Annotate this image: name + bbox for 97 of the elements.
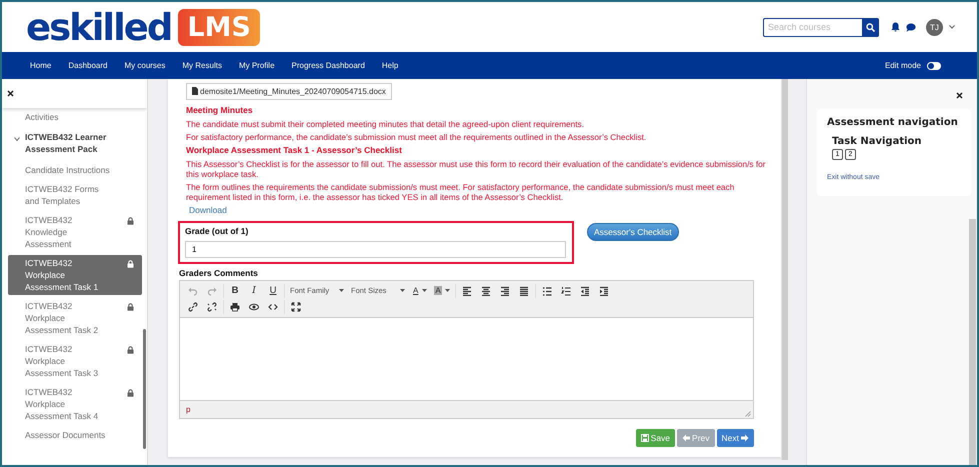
bullets-icon — [542, 286, 552, 296]
nav-link[interactable]: Home — [30, 61, 52, 70]
section-title: ICTWEB432 Learner Assessment Pack — [25, 131, 108, 155]
sidebar-item[interactable]: ICTWEB432 Workplace Assessment Task 4 — [8, 384, 142, 424]
nav-link[interactable]: My Profile — [238, 61, 275, 70]
close-icon[interactable] — [7, 90, 14, 97]
card-title: Assessment navigation — [827, 117, 959, 128]
sidebar-item[interactable]: ICTWEB432 Workplace Assessment Task 3 — [8, 341, 142, 381]
download-link[interactable]: Download — [189, 204, 781, 214]
align-left-icon — [462, 286, 472, 296]
nav-link[interactable]: Help — [382, 61, 398, 70]
comments-label: Graders Comments — [179, 268, 259, 278]
element-path: p — [186, 404, 190, 414]
scrollbar[interactable] — [781, 79, 788, 460]
edit-mode-label: Edit mode — [884, 61, 921, 70]
close-icon[interactable] — [956, 92, 963, 99]
nav-link[interactable]: My courses — [124, 61, 166, 70]
sidebar-item[interactable]: Assessor Documents — [8, 427, 142, 443]
underline-button[interactable]: U — [264, 284, 282, 298]
search-field[interactable]: Search courses — [763, 18, 862, 36]
justify-icon — [518, 286, 529, 296]
caret-icon — [444, 289, 450, 292]
bold-button[interactable]: B — [226, 284, 244, 298]
preview-icon — [249, 302, 259, 312]
chat-icon[interactable] — [906, 22, 916, 32]
next-button[interactable]: Next — [716, 428, 754, 446]
instruction-text: This Assessor’s Checklist is for the assessor to fill out. The assessor must use this form to record their evaluation of the candidate’s evidence submission/s for this workplace task. — [186, 158, 766, 178]
sidebar-item[interactable]: Candidate Instructions — [8, 162, 142, 178]
fullscreen-icon — [291, 302, 301, 312]
instruction-text: The form outlines the requirements the candidate submission/s must meet. For satisfactory performance, the candidate submission/s must meet each requirement listed in this form, i.e. the assessor has ticked YES in all items of the Assessor’s Checklist. — [186, 182, 736, 202]
unlink-icon — [207, 302, 217, 312]
section-heading: Meeting Minutes — [186, 104, 254, 114]
logo-badge: LMS — [178, 8, 260, 46]
sidebar-item-label: ICTWEB432 Workplace Assessment Task 4 — [25, 386, 100, 422]
lock-icon — [127, 346, 134, 354]
italic-button[interactable]: I — [245, 284, 263, 298]
file-icon — [192, 87, 198, 95]
caret-icon — [339, 289, 344, 292]
instruction-text: The candidate must submit their completed meeting minutes that detail the agreed-upon client requirements. — [186, 118, 586, 128]
redo-icon — [207, 286, 217, 296]
sidebar-item[interactable]: ICTWEB432 Workplace Assessment Task 1 — [8, 255, 142, 295]
caret-icon — [422, 289, 428, 292]
color-picker[interactable]: A — [431, 284, 453, 298]
outdent-icon — [580, 286, 590, 296]
file-attachment[interactable]: demosite1/Meeting_Minutes_20240709054715.docx — [186, 82, 392, 100]
caret-icon — [400, 289, 405, 292]
numbers-icon — [560, 286, 571, 296]
print-icon — [230, 302, 240, 312]
caret-icon[interactable] — [949, 25, 955, 29]
lock-icon — [127, 303, 134, 311]
align-center-icon — [480, 286, 491, 296]
sidebar-item[interactable]: ICTWEB432 Workplace Assessment Task 2 — [8, 298, 142, 338]
search-icon — [866, 22, 875, 32]
scrollbar[interactable] — [969, 219, 976, 465]
nav-link[interactable]: Dashboard — [68, 61, 108, 70]
card-subtitle: Task Navigation — [832, 136, 923, 147]
sidebar-item[interactable]: ICTWEB432 Forms and Templates — [8, 181, 142, 209]
edit-mode-toggle[interactable] — [927, 62, 941, 70]
code-icon — [268, 302, 278, 312]
sidebar-item-label: ICTWEB432 Workplace Assessment Task 3 — [25, 343, 100, 379]
sidebar-item[interactable]: Activities — [8, 109, 142, 125]
sidebar-item-label: Activities — [25, 111, 60, 123]
nav-link[interactable]: My Results — [182, 61, 222, 70]
sidebar-section[interactable]: ICTWEB432 Learner Assessment Pack — [8, 128, 142, 158]
arrow-icon — [682, 434, 690, 442]
file-name: demosite1/Meeting_Minutes_20240709054715.docx — [200, 86, 386, 96]
highlight-color-label: A — [434, 286, 442, 295]
search-button[interactable] — [862, 18, 879, 36]
indent-icon — [598, 286, 609, 296]
section-heading: Workplace Assessment Task 1 - Assessor’s Checklist — [186, 144, 403, 154]
sidebar-item-label: ICTWEB432 Forms and Templates — [25, 183, 100, 207]
lock-icon — [127, 389, 134, 397]
lock-icon — [127, 260, 134, 268]
text-color-label: A — [412, 286, 420, 295]
chevron-icon — [14, 136, 20, 142]
sidebar-item-label: Candidate Instructions — [25, 164, 111, 176]
bell-icon[interactable] — [891, 22, 900, 32]
color-picker[interactable]: A — [409, 284, 430, 298]
link-icon — [188, 302, 198, 312]
undo-icon — [188, 286, 198, 296]
arrow-icon — [741, 434, 749, 442]
sidebar-item-label: ICTWEB432 Knowledge Assessment — [25, 214, 74, 250]
sidebar-item-label: ICTWEB432 Workplace Assessment Task 1 — [25, 257, 100, 293]
lock-icon — [127, 217, 134, 225]
nav-link[interactable]: Progress Dashboard — [292, 61, 365, 70]
scrollbar[interactable] — [143, 329, 146, 449]
user-avatar[interactable]: TJ — [926, 18, 943, 36]
checklist-button[interactable]: Assessor's Checklist — [587, 222, 679, 240]
sidebar-item[interactable]: ICTWEB432 Knowledge Assessment — [8, 212, 142, 252]
logo-wordmark: eskilled — [26, 8, 172, 46]
instruction-text: For satisfactory performance, the candidate’s submission must meet all the requirements outlined in the Assessor’s Checklist. — [186, 132, 648, 142]
resize-handle-icon[interactable] — [745, 410, 751, 416]
sidebar-item-label: Assessor Documents — [25, 429, 106, 441]
grade-field[interactable]: 1 — [185, 240, 566, 258]
grade-label: Grade (out of 1) — [185, 226, 250, 236]
sidebar-item-label: ICTWEB432 Workplace Assessment Task 2 — [25, 300, 100, 336]
align-right-icon — [500, 286, 510, 296]
